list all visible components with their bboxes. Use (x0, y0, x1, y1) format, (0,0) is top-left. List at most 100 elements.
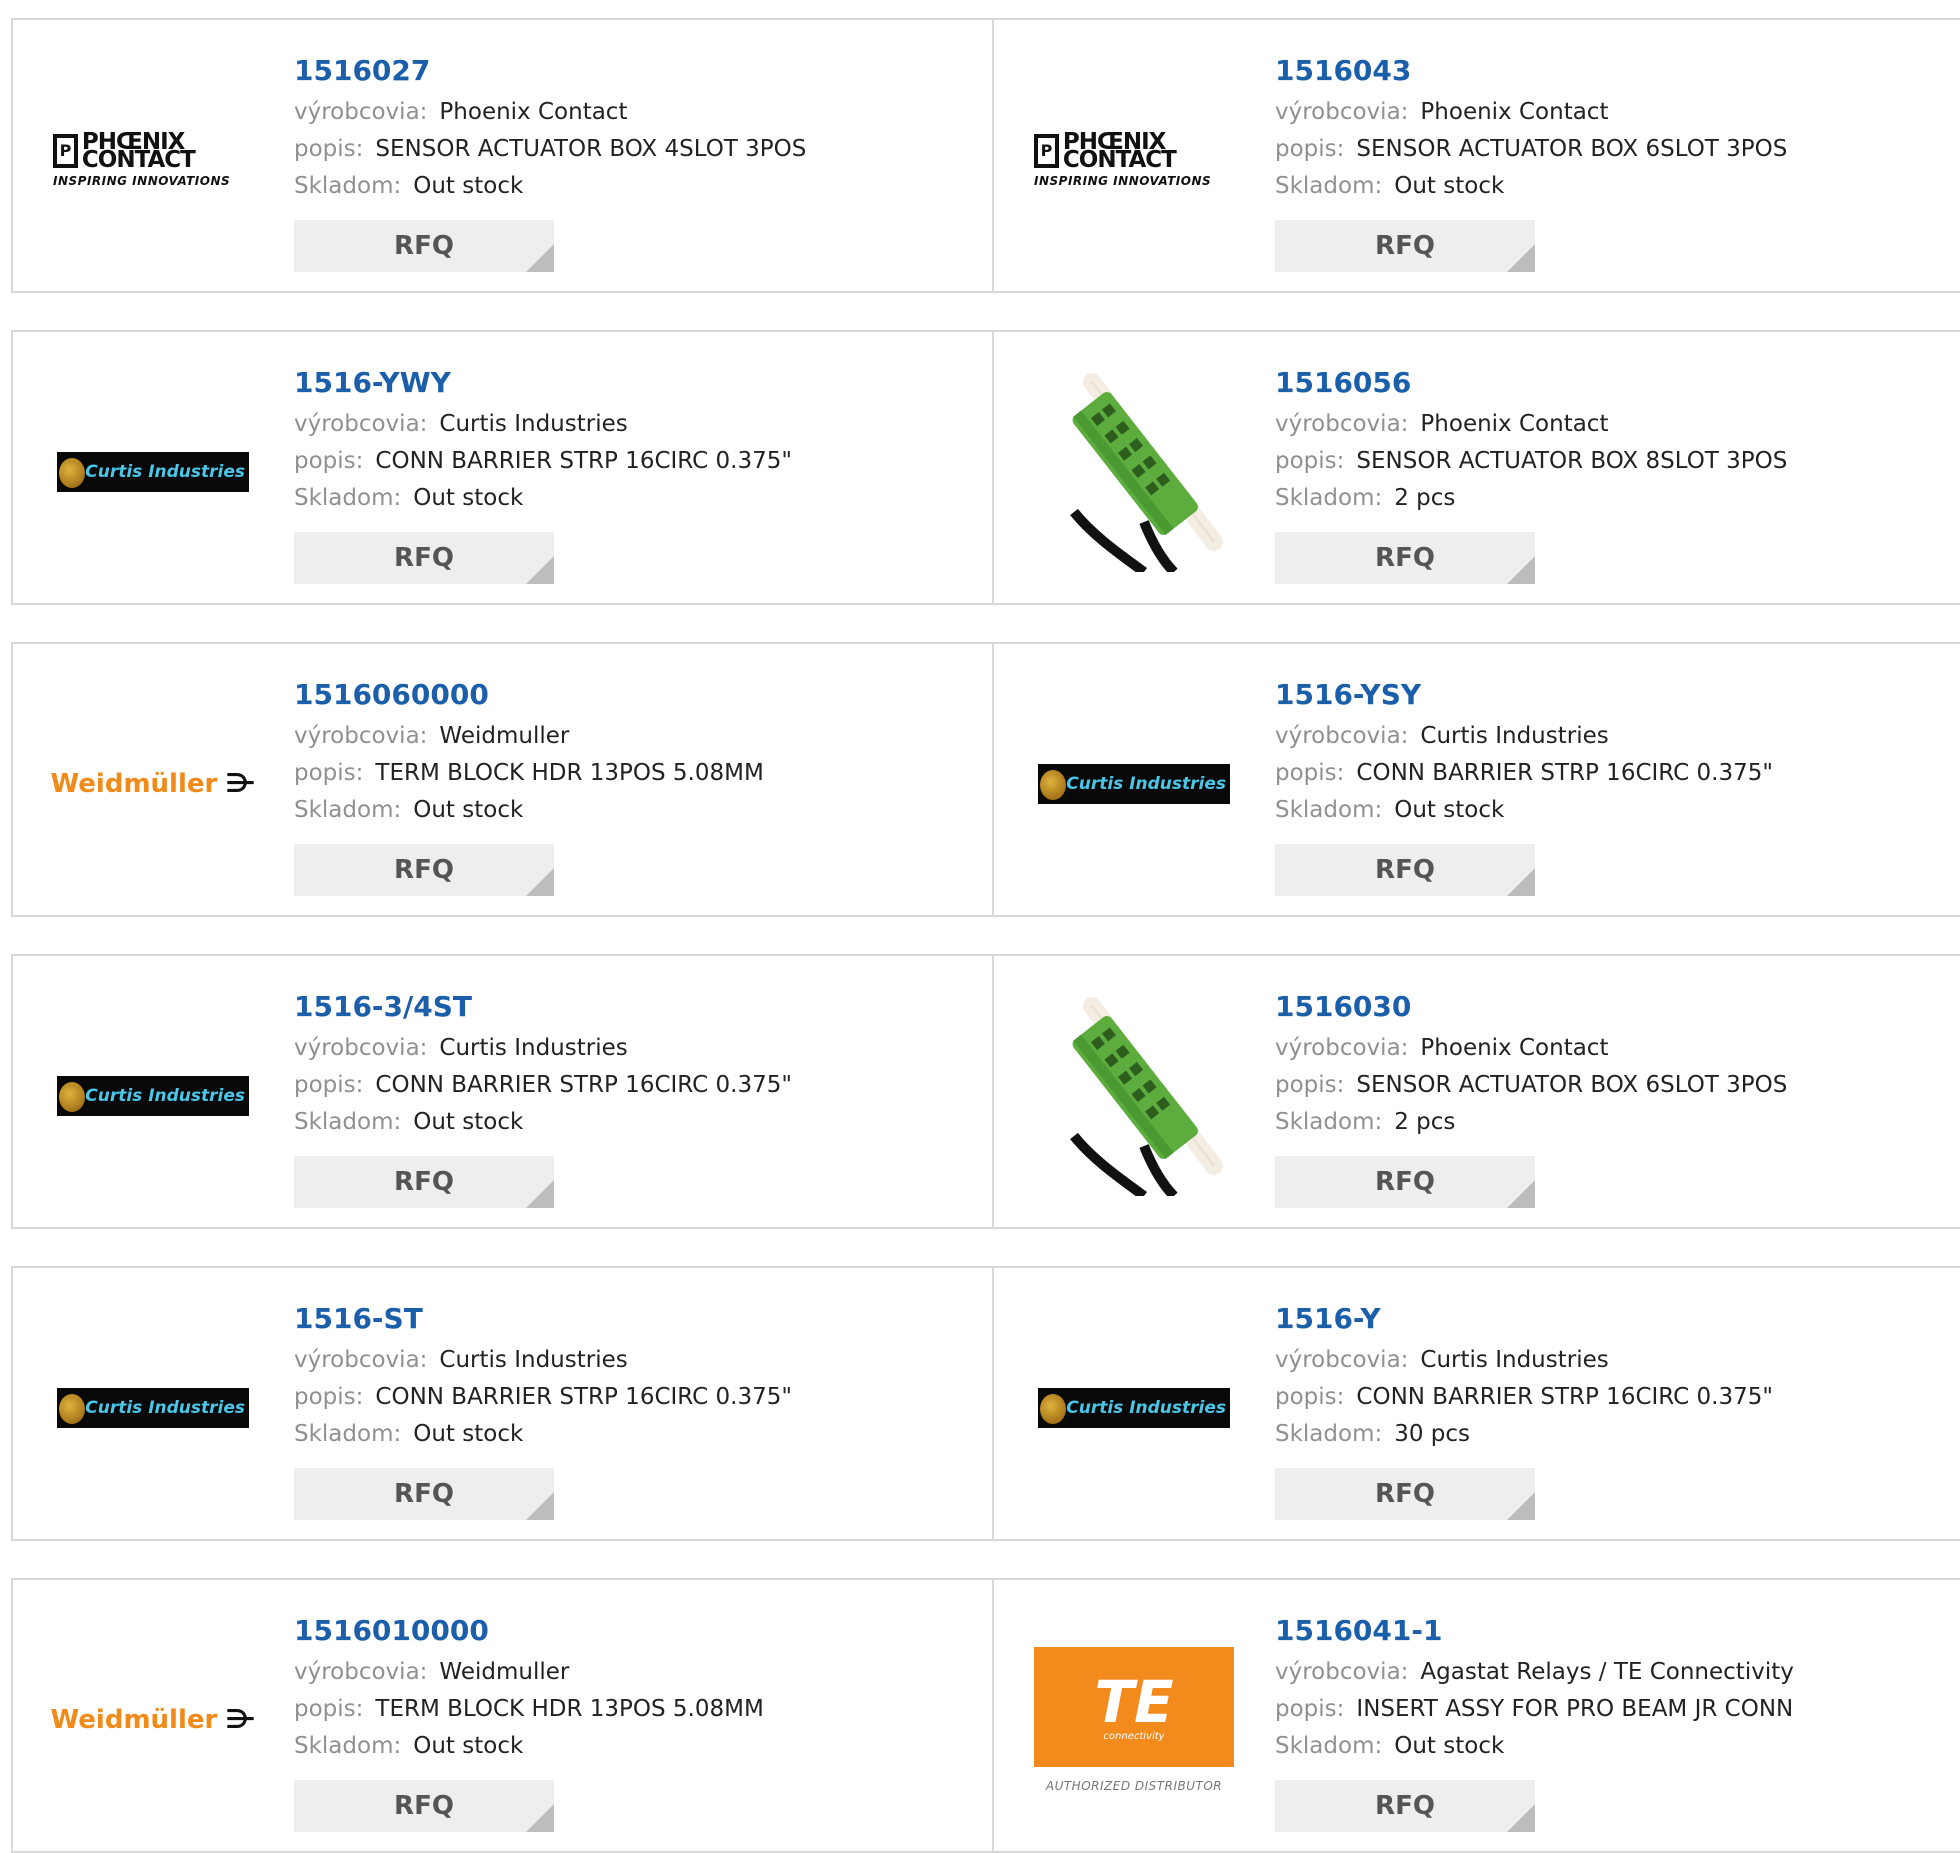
stock-value: Out stock (413, 797, 524, 823)
curtis-sun-icon (59, 1082, 85, 1112)
product-photo (1034, 372, 1234, 572)
description-label: popis: (1275, 448, 1345, 474)
part-number-link[interactable]: 1516-YWY (294, 360, 792, 406)
part-number-link[interactable]: 1516-YSY (1275, 672, 1773, 718)
manufacturer-logo: Curtis Industries (53, 996, 253, 1196)
phoenix-mark-icon: P (1034, 133, 1059, 168)
curtis-industries-logo: Curtis Industries (57, 1388, 249, 1428)
curtis-logo-name: Curtis Industries (85, 1086, 245, 1106)
part-number-link[interactable]: 1516027 (294, 48, 806, 94)
rfq-button[interactable]: RFQ (294, 532, 554, 584)
manufacturer-value: Weidmuller (439, 1659, 570, 1685)
product-card: TE connectivity AUTHORIZED DISTRIBUTOR 1… (992, 1580, 1960, 1851)
stock-label: Skladom: (1275, 485, 1383, 511)
manufacturer-logo (1034, 372, 1234, 572)
manufacturer-line: výrobcovia: Phoenix Contact (1275, 1030, 1787, 1067)
phoenix-logo-tagline: INSPIRING INNOVATIONS (53, 173, 231, 188)
description-label: popis: (1275, 1696, 1345, 1722)
corner-triangle-icon (1507, 244, 1535, 272)
corner-triangle-icon (1507, 868, 1535, 896)
stock-value: 30 pcs (1394, 1421, 1471, 1447)
rfq-button[interactable]: RFQ (1275, 1468, 1535, 1520)
product-grid: P PHŒNIX CONTACT INSPIRING INNOVATIONS 1… (0, 0, 1960, 1853)
manufacturer-logo: Weidmüller ⋺ (50, 1620, 256, 1820)
part-number-link[interactable]: 1516030 (1275, 984, 1787, 1030)
manufacturer-label: výrobcovia: (1275, 723, 1409, 749)
rfq-label: RFQ (394, 543, 454, 573)
stock-line: Skladom: Out stock (1275, 168, 1787, 205)
rfq-button[interactable]: RFQ (1275, 1780, 1535, 1832)
stock-line: Skladom: Out stock (1275, 792, 1773, 829)
description-line: popis: INSERT ASSY FOR PRO BEAM JR CONN (1275, 1691, 1794, 1728)
corner-triangle-icon (1507, 1180, 1535, 1208)
manufacturer-value: Curtis Industries (439, 1035, 628, 1061)
stock-label: Skladom: (1275, 1421, 1383, 1447)
weidmuller-logo-name: Weidmüller (50, 1705, 218, 1735)
rfq-button[interactable]: RFQ (1275, 220, 1535, 272)
description-value: CONN BARRIER STRP 16CIRC 0.375" (375, 1384, 792, 1410)
stock-line: Skladom: 2 pcs (1275, 1104, 1787, 1141)
part-number-link[interactable]: 1516010000 (294, 1608, 764, 1654)
phoenix-logo-name: PHŒNIX CONTACT (81, 128, 196, 173)
stock-label: Skladom: (294, 1733, 402, 1759)
rfq-button[interactable]: RFQ (1275, 1156, 1535, 1208)
part-number-link[interactable]: 1516-Y (1275, 1296, 1773, 1342)
te-connectivity-logo: TE connectivity AUTHORIZED DISTRIBUTOR (1034, 1647, 1234, 1793)
curtis-logo-name: Curtis Industries (85, 1398, 245, 1418)
description-value: SENSOR ACTUATOR BOX 4SLOT 3POS (375, 136, 807, 162)
corner-triangle-icon (526, 1804, 554, 1832)
manufacturer-line: výrobcovia: Curtis Industries (1275, 718, 1773, 755)
description-line: popis: CONN BARRIER STRP 16CIRC 0.375" (294, 1379, 792, 1416)
rfq-button[interactable]: RFQ (1275, 844, 1535, 896)
manufacturer-value: Phoenix Contact (439, 99, 628, 125)
rfq-label: RFQ (1375, 231, 1435, 261)
curtis-logo-name: Curtis Industries (85, 462, 245, 482)
product-info: 1516027 výrobcovia: Phoenix Contact popis… (294, 48, 806, 205)
product-card: Weidmüller ⋺ 1516060000 výrobcovia: Weidm… (13, 644, 992, 915)
stock-label: Skladom: (294, 173, 402, 199)
description-value: CONN BARRIER STRP 16CIRC 0.375" (375, 1072, 792, 1098)
part-number-link[interactable]: 1516-3/4ST (294, 984, 792, 1030)
manufacturer-logo: Curtis Industries (1034, 1308, 1234, 1508)
product-info: 1516056 výrobcovia: Phoenix Contact popis… (1275, 360, 1787, 517)
rfq-button[interactable]: RFQ (1275, 532, 1535, 584)
rfq-button[interactable]: RFQ (294, 1468, 554, 1520)
stock-line: Skladom: Out stock (1275, 1728, 1794, 1765)
manufacturer-label: výrobcovia: (294, 723, 428, 749)
product-card: Curtis Industries 1516-Y výrobcovia: Curt… (992, 1268, 1960, 1539)
part-number-link[interactable]: 1516056 (1275, 360, 1787, 406)
phoenix-mark-icon: P (53, 133, 78, 168)
curtis-sun-icon (59, 1394, 85, 1424)
product-info: 1516030 výrobcovia: Phoenix Contact popis… (1275, 984, 1787, 1141)
part-number-link[interactable]: 1516060000 (294, 672, 764, 718)
rfq-label: RFQ (394, 1791, 454, 1821)
manufacturer-value: Curtis Industries (1420, 723, 1609, 749)
stock-value: Out stock (413, 1109, 524, 1135)
part-number-link[interactable]: 1516041-1 (1275, 1608, 1794, 1654)
rfq-label: RFQ (394, 855, 454, 885)
rfq-button[interactable]: RFQ (294, 1780, 554, 1832)
curtis-industries-logo: Curtis Industries (57, 1076, 249, 1116)
corner-triangle-icon (1507, 556, 1535, 584)
corner-triangle-icon (526, 556, 554, 584)
description-line: popis: TERM BLOCK HDR 13POS 5.08MM (294, 1691, 764, 1728)
stock-label: Skladom: (294, 485, 402, 511)
stock-label: Skladom: (1275, 173, 1383, 199)
product-card: 1516056 výrobcovia: Phoenix Contact popis… (992, 332, 1960, 603)
stock-line: Skladom: Out stock (294, 1728, 764, 1765)
rfq-label: RFQ (1375, 855, 1435, 885)
te-logo-sub: connectivity (1103, 1730, 1165, 1742)
product-info: 1516043 výrobcovia: Phoenix Contact popis… (1275, 48, 1787, 205)
rfq-button[interactable]: RFQ (294, 844, 554, 896)
rfq-button[interactable]: RFQ (294, 1156, 554, 1208)
rfq-label: RFQ (1375, 1167, 1435, 1197)
stock-line: Skladom: 2 pcs (1275, 480, 1787, 517)
part-number-link[interactable]: 1516-ST (294, 1296, 792, 1342)
authorized-distributor-label: AUTHORIZED DISTRIBUTOR (1045, 1779, 1223, 1793)
description-label: popis: (1275, 136, 1345, 162)
part-number-link[interactable]: 1516043 (1275, 48, 1787, 94)
rfq-button[interactable]: RFQ (294, 220, 554, 272)
product-card: P PHŒNIX CONTACT INSPIRING INNOVATIONS 1… (992, 20, 1960, 291)
stock-label: Skladom: (1275, 1109, 1383, 1135)
product-info: 1516-Y výrobcovia: Curtis Industries popi… (1275, 1296, 1773, 1453)
